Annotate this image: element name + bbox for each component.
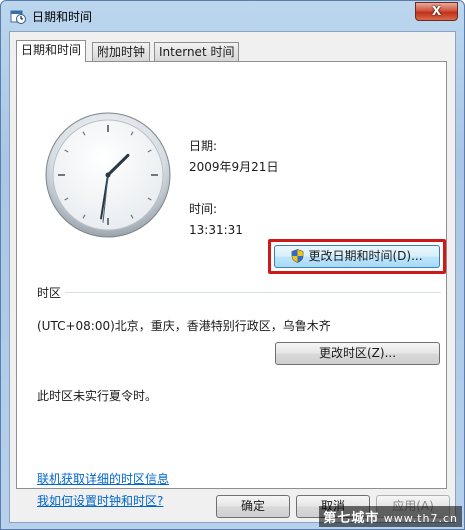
timezone-divider	[65, 292, 441, 293]
tab-additional-clocks[interactable]: 附加时钟	[92, 42, 151, 61]
tab-internet-time[interactable]: Internet 时间	[154, 42, 240, 61]
dialog-client-area: 日期和时间 附加时钟 Internet 时间 日期: 2009年9月21日 时间…	[9, 31, 456, 523]
time-value: 13:31:31	[189, 223, 243, 237]
tab-panel: 日期: 2009年9月21日 时间: 13:31:31 更改日期和时间(D)..…	[16, 61, 447, 508]
watermark: 第七城市 www.th7.cn	[319, 506, 462, 527]
close-button[interactable]: X	[415, 2, 458, 21]
title-bar[interactable]: 日期和时间 X	[1, 1, 464, 31]
window-title: 日期和时间	[32, 10, 93, 24]
time-label: 时间:	[189, 202, 218, 216]
change-date-time-button[interactable]: 更改日期和时间(D)...	[274, 245, 440, 268]
watermark-site: www.th7.cn	[383, 512, 458, 525]
timezone-value: (UTC+08:00)北京，重庆，香港特别行政区，乌鲁木齐	[37, 319, 331, 333]
watermark-brand: 第七城市	[323, 511, 380, 526]
tab-date-time[interactable]: 日期和时间	[16, 40, 87, 62]
date-time-dialog: 日期和时间 X 日期和时间 附加时钟 Internet 时间 日期: 2009年…	[0, 0, 465, 530]
change-timezone-button[interactable]: 更改时区(Z)...	[275, 342, 440, 365]
date-value: 2009年9月21日	[189, 160, 279, 174]
online-timezone-info-link[interactable]: 联机获取详细的时区信息	[37, 470, 169, 487]
timezone-header: 时区	[37, 286, 62, 300]
uac-shield-icon	[292, 249, 304, 263]
ok-button[interactable]: 确定	[216, 495, 290, 518]
clock-calendar-icon	[10, 10, 26, 24]
dst-note: 此时区未实行夏令时。	[37, 389, 158, 403]
analog-clock	[45, 112, 171, 238]
change-date-time-label: 更改日期和时间(D)...	[308, 249, 423, 263]
how-to-set-clock-link[interactable]: 我如何设置时钟和时区?	[37, 492, 163, 509]
date-label: 日期:	[189, 139, 218, 153]
